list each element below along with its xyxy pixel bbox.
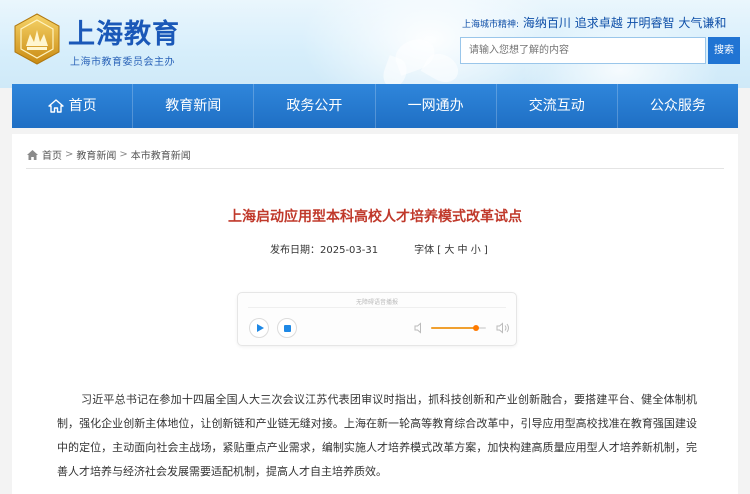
breadcrumb: 首页 > 教育新闻 > 本市教育新闻 [26, 147, 191, 162]
breadcrumb-home[interactable]: 首页 [42, 147, 62, 162]
nav-item-interaction[interactable]: 交流互动 [497, 84, 618, 128]
nav-item-government-affairs[interactable]: 政务公开 [254, 84, 376, 128]
breadcrumb-separator: > [65, 149, 74, 160]
audio-player: 无障碍语音播报 [237, 292, 517, 346]
play-button[interactable] [249, 318, 269, 338]
site-name[interactable]: 上海教育 [68, 12, 180, 51]
search-input[interactable] [460, 37, 706, 64]
nav-item-public-service[interactable]: 公众服务 [618, 84, 738, 128]
stop-icon [284, 325, 291, 332]
stop-button[interactable] [277, 318, 297, 338]
nav-label: 一网通办 [407, 98, 464, 114]
nav-item-home[interactable]: 首页 [12, 84, 134, 128]
shanghai-education-logo-icon[interactable] [12, 12, 62, 66]
city-slogan: 上海城市精神: 海纳百川 追求卓越 开明睿智 大气谦和 [462, 14, 726, 31]
volume-slider[interactable] [431, 325, 486, 331]
search-bar: 搜索 [460, 37, 740, 64]
nav-item-education-news[interactable]: 教育新闻 [133, 84, 255, 128]
nav-label: 政务公开 [286, 98, 343, 114]
site-header: 上海教育 上海市教育委员会主办 上海城市精神: 海纳百川 追求卓越 开明睿智 大… [0, 0, 750, 88]
breadcrumb-local-news[interactable]: 本市教育新闻 [131, 147, 191, 162]
nav-label: 公众服务 [649, 98, 706, 114]
slogan-lead: 上海城市精神: [462, 20, 520, 30]
volume-knob[interactable] [473, 325, 480, 331]
home-icon [27, 149, 38, 160]
audio-divider [248, 307, 506, 308]
publish-date-label: 发布日期： [270, 245, 320, 256]
slogan-main: 海纳百川 追求卓越 开明睿智 大气谦和 [522, 16, 727, 30]
font-size-switcher[interactable]: 字体 [ 大 中 小 ] [414, 245, 488, 256]
volume-high-icon [496, 322, 509, 334]
article-body: 习近平总书记在参加十四届全国人大三次会议江苏代表团审议时指出，抓科技创新和产业创… [57, 393, 697, 478]
nav-label: 教育新闻 [165, 98, 222, 114]
volume-low-icon [414, 322, 421, 334]
nav-label: 首页 [68, 98, 97, 114]
audio-status: 无障碍语音播报 [355, 299, 398, 306]
nav-item-one-stop-service[interactable]: 一网通办 [376, 84, 497, 128]
site-subtitle: 上海市教育委员会主办 [70, 57, 175, 68]
breadcrumb-separator: > [119, 149, 128, 160]
play-icon [257, 324, 264, 332]
publish-date: 2025-03-31 [320, 245, 379, 256]
breadcrumb-divider [26, 168, 724, 169]
article-meta: 发布日期：2025-03-31 字体 [ 大 中 小 ] [270, 241, 488, 256]
main-nav: 首页 教育新闻 政务公开 一网通办 交流互动 公众服务 [12, 84, 738, 128]
home-icon [47, 99, 64, 113]
article-title: 上海启动应用型本科高校人才培养模式改革试点 [228, 209, 522, 225]
breadcrumb-education-news[interactable]: 教育新闻 [76, 147, 116, 162]
nav-label: 交流互动 [528, 98, 585, 114]
volume-fill [431, 327, 477, 329]
search-button[interactable]: 搜索 [708, 37, 740, 64]
article-card: 首页 > 教育新闻 > 本市教育新闻 上海启动应用型本科高校人才培养模式改革试点… [12, 134, 738, 494]
